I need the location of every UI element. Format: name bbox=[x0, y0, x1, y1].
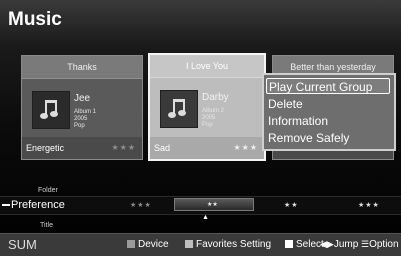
album-thumbnail bbox=[32, 91, 70, 129]
card-footer: Energetic ★★★ bbox=[22, 137, 142, 159]
hint-device[interactable]: Device bbox=[127, 239, 169, 250]
card-meta: Album 1 2005 Pop bbox=[74, 109, 96, 130]
music-card-i-love-you[interactable]: I Love You Darby Album 2 2005 Pop Sad ★★… bbox=[148, 53, 266, 161]
card-title: I Love You bbox=[150, 55, 264, 78]
card-album: Album 1 bbox=[74, 109, 97, 115]
group-stars-4[interactable]: ★★★ bbox=[358, 201, 380, 209]
favorites-key-icon bbox=[185, 240, 193, 249]
music-note-icon bbox=[168, 99, 186, 118]
sort-indicator bbox=[2, 204, 10, 206]
option-menu-icon: ☰ bbox=[361, 239, 370, 249]
menu-item-play-current-group[interactable]: Play Current Group bbox=[266, 78, 390, 94]
card-genre: Pop bbox=[202, 122, 213, 128]
hint-select[interactable]: Select bbox=[285, 239, 324, 250]
select-key-icon bbox=[285, 240, 293, 249]
card-mood: Sad bbox=[154, 143, 171, 153]
status-bar: SUM Device Favorites Setting Select ◀▶Ju… bbox=[0, 233, 401, 256]
position-pointer-icon: ▲ bbox=[202, 214, 209, 221]
hint-jump[interactable]: ◀▶Jump bbox=[320, 239, 358, 250]
card-year: 2005 bbox=[74, 116, 88, 122]
sort-option-above[interactable]: Folder bbox=[38, 187, 58, 194]
card-artist: Darby bbox=[202, 92, 229, 103]
card-body: Darby Album 2 2005 Pop bbox=[150, 78, 264, 138]
menu-item-information[interactable]: Information bbox=[268, 113, 328, 129]
menu-item-delete[interactable]: Delete bbox=[268, 96, 303, 112]
group-stars-1[interactable]: ★★★ bbox=[130, 201, 152, 209]
card-artist: Jee bbox=[74, 93, 91, 104]
hint-favorites[interactable]: Favorites Setting bbox=[185, 239, 271, 250]
rating-stars: ★★★ bbox=[233, 143, 258, 152]
card-footer: Sad ★★★ bbox=[150, 137, 264, 159]
group-stars-3[interactable]: ★★ bbox=[284, 201, 299, 209]
music-note-icon bbox=[40, 100, 58, 119]
album-thumbnail bbox=[160, 90, 198, 128]
page-title: Music bbox=[8, 9, 62, 30]
hint-option[interactable]: ☰Option bbox=[361, 239, 399, 250]
sort-option-below[interactable]: Title bbox=[40, 222, 53, 229]
jump-keys-icon: ◀▶ bbox=[320, 239, 334, 249]
device-key-icon bbox=[127, 240, 135, 249]
selected-group-segment[interactable]: ★★ bbox=[174, 198, 254, 211]
rating-stars: ★★★ bbox=[111, 143, 136, 152]
card-body: Jee Album 1 2005 Pop bbox=[22, 79, 142, 139]
music-card-thanks[interactable]: Thanks Jee Album 1 2005 Pop Energetic ★★… bbox=[21, 55, 143, 160]
segment-stars: ★★ bbox=[207, 202, 218, 208]
card-album: Album 2 bbox=[202, 108, 225, 114]
sort-option-current[interactable]: Preference bbox=[11, 199, 65, 211]
card-genre: Pop bbox=[74, 123, 85, 129]
music-screen: Music Thanks Jee Album 1 2005 Pop Energe… bbox=[0, 0, 401, 256]
context-menu: Play Current Group Delete Information Re… bbox=[262, 73, 396, 151]
card-mood: Energetic bbox=[26, 143, 65, 153]
menu-item-remove-safely[interactable]: Remove Safely bbox=[268, 130, 349, 146]
source-mode: SUM bbox=[8, 237, 37, 252]
card-year: 2005 bbox=[202, 115, 216, 121]
card-title: Thanks bbox=[22, 56, 142, 79]
card-meta: Album 2 2005 Pop bbox=[202, 108, 224, 129]
